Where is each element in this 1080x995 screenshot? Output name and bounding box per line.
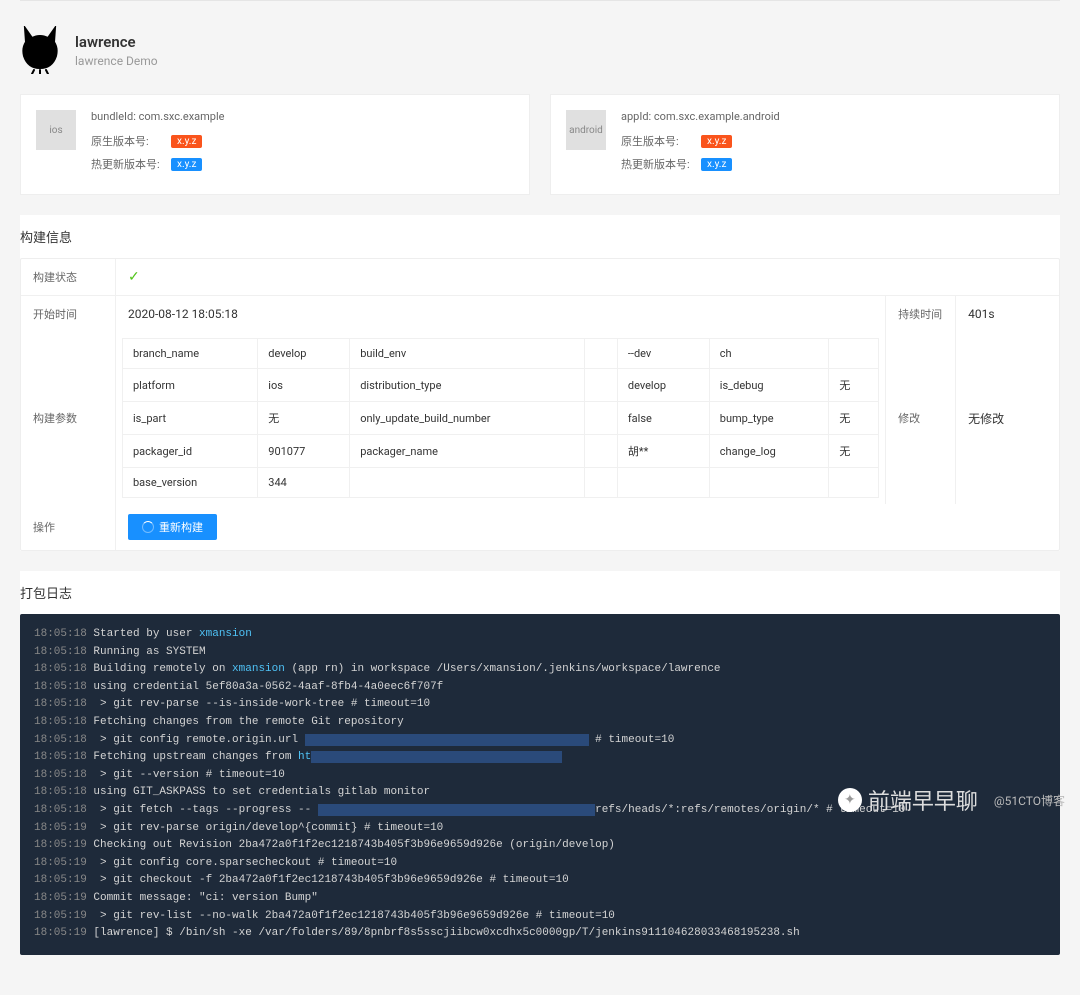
- build-info-heading: 构建信息: [20, 215, 1060, 258]
- param-cell: ch: [709, 339, 829, 369]
- param-cell: develop: [258, 339, 350, 369]
- android-icon: android: [566, 110, 606, 150]
- param-cell: [350, 468, 585, 498]
- param-cell: 无: [829, 402, 879, 435]
- param-cell: [585, 369, 618, 402]
- hot-version-label: 热更新版本号:: [621, 156, 701, 172]
- ios-icon: ios: [36, 110, 76, 150]
- hot-version-badge[interactable]: x.y.z: [171, 158, 202, 171]
- start-time-label: 开始时间: [21, 296, 116, 332]
- app-subtitle: lawrence Demo: [75, 54, 158, 68]
- native-version-label: 原生版本号:: [621, 133, 701, 149]
- param-cell: is_part: [123, 402, 258, 435]
- param-cell: [829, 468, 879, 498]
- changes-value: 无修改: [956, 332, 1059, 504]
- top-divider: [20, 0, 1060, 1]
- build-info-table: 构建状态 ✓ 开始时间 2020-08-12 18:05:18 持续时间 401…: [20, 258, 1060, 551]
- param-cell: --dev: [617, 339, 709, 369]
- param-cell: packager_name: [350, 435, 585, 468]
- param-cell: change_log: [709, 435, 829, 468]
- hot-version-label: 热更新版本号:: [91, 156, 171, 172]
- platform-card-android: android appId: com.sxc.example.android 原…: [550, 94, 1060, 195]
- platform-card-ios: ios bundleId: com.sxc.example 原生版本号: x.y…: [20, 94, 530, 195]
- app-header: lawrence lawrence Demo: [20, 16, 1060, 94]
- param-cell: false: [617, 402, 709, 435]
- build-status-label: 构建状态: [21, 259, 116, 295]
- hot-version-badge[interactable]: x.y.z: [701, 158, 732, 171]
- param-cell: [709, 468, 829, 498]
- app-logo-cat-icon: [20, 26, 60, 74]
- param-cell: build_env: [350, 339, 585, 369]
- rebuild-button-label: 重新构建: [159, 519, 203, 535]
- param-cell: 901077: [258, 435, 350, 468]
- param-cell: branch_name: [123, 339, 258, 369]
- native-version-badge[interactable]: x.y.z: [701, 135, 732, 148]
- start-time-value: 2020-08-12 18:05:18: [116, 296, 885, 332]
- param-cell: 无: [258, 402, 350, 435]
- param-cell: 无: [829, 435, 879, 468]
- build-params-table: branch_namedevelopbuild_env--devchplatfo…: [122, 338, 879, 498]
- status-success-icon: ✓: [128, 269, 140, 285]
- build-logs-heading: 打包日志: [20, 571, 1060, 614]
- param-cell: 344: [258, 468, 350, 498]
- param-cell: develop: [617, 369, 709, 402]
- duration-value: 401s: [956, 296, 1059, 332]
- param-cell: [585, 468, 618, 498]
- param-cell: [585, 339, 618, 369]
- build-log-console[interactable]: 18:05:18 Started by user xmansion 18:05:…: [20, 614, 1060, 955]
- app-id-label: appId: com.sxc.example.android: [621, 110, 1044, 123]
- param-cell: distribution_type: [350, 369, 585, 402]
- param-cell: is_debug: [709, 369, 829, 402]
- native-version-badge[interactable]: x.y.z: [171, 135, 202, 148]
- param-cell: [585, 435, 618, 468]
- param-cell: packager_id: [123, 435, 258, 468]
- param-cell: bump_type: [709, 402, 829, 435]
- param-cell: [585, 402, 618, 435]
- param-cell: [617, 468, 709, 498]
- rebuild-button[interactable]: 重新构建: [128, 514, 217, 540]
- app-title: lawrence: [75, 33, 158, 51]
- changes-label: 修改: [886, 332, 956, 504]
- native-version-label: 原生版本号:: [91, 133, 171, 149]
- param-cell: platform: [123, 369, 258, 402]
- param-cell: 胡**: [617, 435, 709, 468]
- action-label: 操作: [21, 504, 116, 550]
- param-cell: only_update_build_number: [350, 402, 585, 435]
- param-cell: ios: [258, 369, 350, 402]
- duration-label: 持续时间: [886, 296, 956, 332]
- spinner-icon: [142, 521, 154, 533]
- param-cell: 无: [829, 369, 879, 402]
- param-cell: [829, 339, 879, 369]
- bundle-id-label: bundleId: com.sxc.example: [91, 110, 514, 123]
- param-cell: base_version: [123, 468, 258, 498]
- build-params-label: 构建参数: [21, 332, 116, 504]
